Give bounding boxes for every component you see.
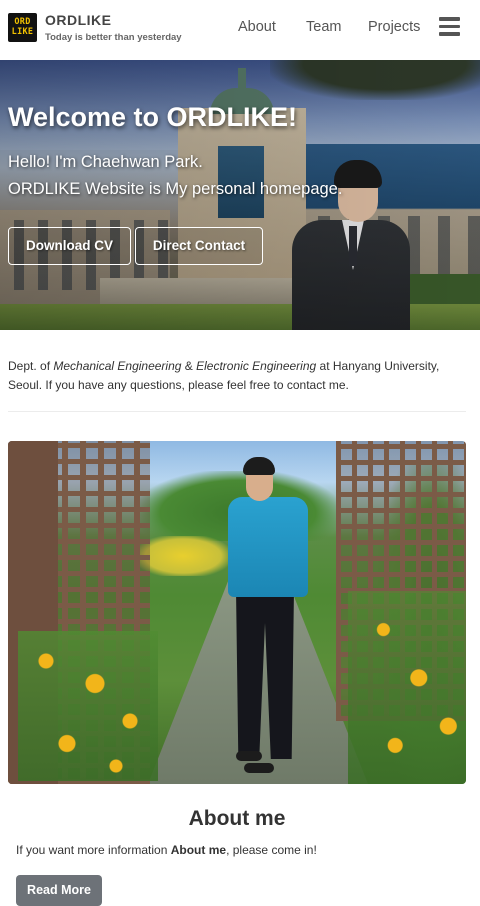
profile-photo [8, 441, 466, 784]
brand-tagline: Today is better than yesterday [45, 32, 182, 43]
intro-paragraph: Dept. of Mechanical Engineering & Electr… [8, 359, 440, 392]
hamburger-menu-icon[interactable] [439, 17, 460, 36]
section-divider [8, 411, 466, 412]
nav-link-about[interactable]: About [238, 19, 276, 35]
hero-greeting: Hello! I'm Chaehwan Park. [8, 153, 203, 171]
nav-link-projects[interactable]: Projects [368, 19, 420, 35]
nav-link-team[interactable]: Team [306, 19, 341, 35]
direct-contact-button[interactable]: Direct Contact [135, 227, 263, 265]
read-more-button[interactable]: Read More [16, 875, 102, 906]
logo-text-line2: LIKE [11, 27, 34, 37]
major-electronic: Electronic Engineering [196, 359, 317, 373]
hero-description: ORDLIKE Website is My personal homepage. [8, 180, 343, 198]
hero-title: Welcome to ORDLIKE! [8, 102, 298, 132]
about-me-heading: About me [188, 807, 286, 830]
about-me-text: If you want more information About me, p… [16, 843, 317, 857]
navbar: ORD LIKE ORDLIKE Today is better than ye… [0, 0, 480, 60]
logo-text-line1: ORD [14, 17, 31, 27]
brand-name[interactable]: ORDLIKE [45, 12, 112, 28]
hero-banner: Welcome to ORDLIKE! Hello! I'm Chaehwan … [0, 60, 480, 330]
ordlike-logo[interactable]: ORD LIKE [8, 13, 37, 42]
major-mechanical: Mechanical Engineering [53, 359, 182, 373]
download-cv-button[interactable]: Download CV [8, 227, 131, 265]
